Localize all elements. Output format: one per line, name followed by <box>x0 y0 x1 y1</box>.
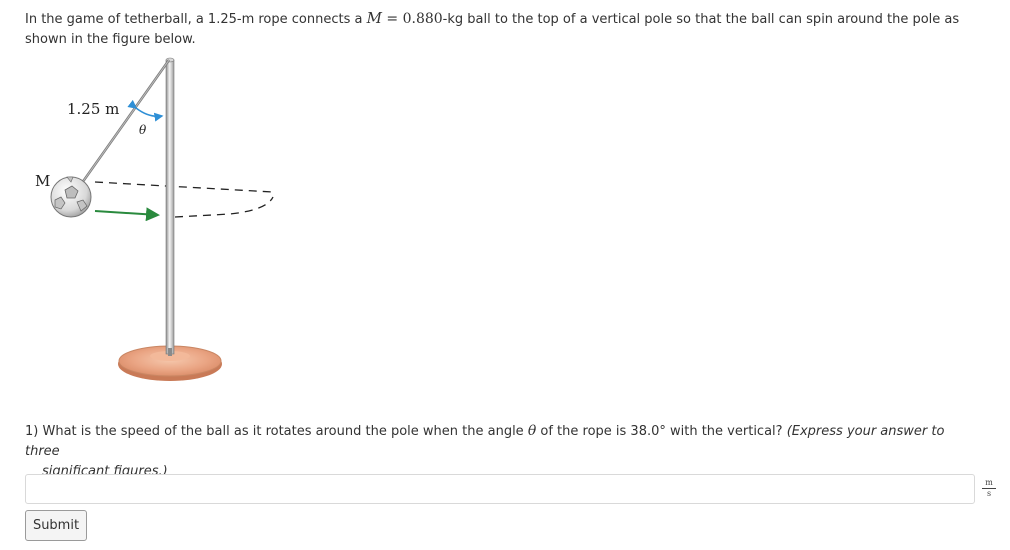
circular-path-front <box>174 196 274 218</box>
theta-symbol: θ <box>527 423 537 439</box>
question-number: 1) <box>25 424 39 439</box>
motion-arrow <box>94 207 160 222</box>
theta-arrow <box>127 99 164 122</box>
tetherball <box>50 176 92 218</box>
tetherball-figure: 1.25 m θ M <box>35 57 274 381</box>
question-text: What is the speed of the ball as it rota… <box>38 424 528 439</box>
mass-label: M <box>35 172 50 190</box>
submit-button[interactable]: Submit <box>25 510 87 541</box>
mass-value: = 0.880 <box>381 11 443 27</box>
angle-label: θ <box>139 123 147 137</box>
rope-length-label: 1.25 m <box>67 100 119 118</box>
problem-statement: In the game of tetherball, a 1.25-m rope… <box>25 8 995 50</box>
circular-path-back <box>94 181 274 193</box>
question-text-continued: of the rope is 38.0° with the vertical? <box>536 424 787 439</box>
intro-text: In the game of tetherball, a 1.25-m rope… <box>25 12 367 27</box>
unit-denominator: s <box>986 489 992 498</box>
mass-symbol: M <box>366 9 382 27</box>
unit-label: m s <box>982 479 996 498</box>
answer-input[interactable] <box>25 474 975 504</box>
pole <box>165 59 175 355</box>
unit-numerator: m <box>982 479 996 489</box>
question-1: 1) What is the speed of the ball as it r… <box>25 421 955 482</box>
